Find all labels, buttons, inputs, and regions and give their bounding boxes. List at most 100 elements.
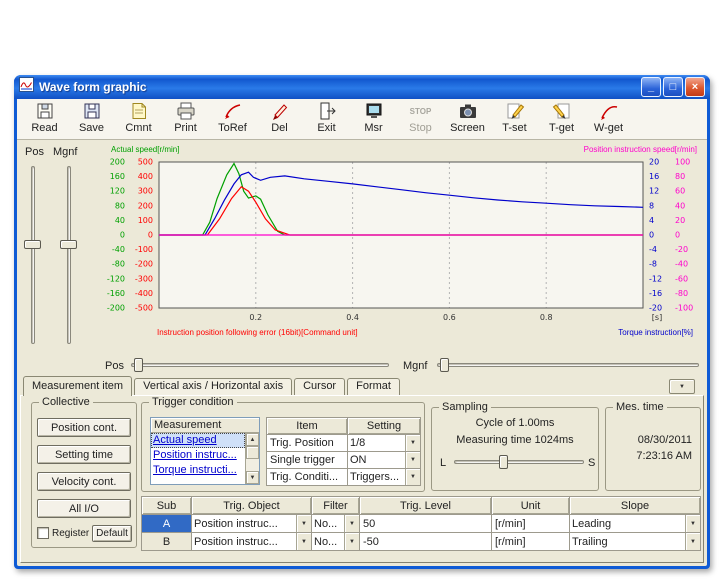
svg-text:[s]: [s] xyxy=(652,313,662,322)
pos-vertical-slider-thumb[interactable] xyxy=(24,240,41,249)
scroll-track[interactable] xyxy=(246,459,259,471)
chevron-down-icon[interactable]: ▼ xyxy=(296,515,311,532)
print-button[interactable]: Print xyxy=(162,101,209,139)
pos-horizontal-slider-track[interactable] xyxy=(131,363,389,367)
svg-text:0.4: 0.4 xyxy=(346,313,359,322)
svg-text:-400: -400 xyxy=(135,289,153,298)
svg-text:100: 100 xyxy=(675,158,690,167)
t-set-label: T-set xyxy=(502,121,526,135)
list-item-actual-speed[interactable]: Actual speed xyxy=(151,433,245,448)
row-a-filter-combo[interactable]: No... ▼ xyxy=(312,515,359,532)
list-scrollbar[interactable]: ▲ ▼ xyxy=(245,433,259,484)
t-get-button[interactable]: T-get xyxy=(538,101,585,139)
scroll-up-icon[interactable]: ▲ xyxy=(246,433,259,446)
mgnf-vertical-slider-thumb[interactable] xyxy=(60,240,77,249)
pos-horizontal-slider[interactable] xyxy=(131,357,389,373)
all-io-button[interactable]: All I/O xyxy=(37,499,131,518)
position-cont-button[interactable]: Position cont. xyxy=(37,418,131,437)
pos-vertical-slider-track[interactable] xyxy=(31,166,35,344)
scroll-down-icon[interactable]: ▼ xyxy=(246,471,259,484)
mgnf-vertical-slider-track[interactable] xyxy=(67,166,71,344)
tab-vertical-horizontal-axis[interactable]: Vertical axis / Horizontal axis xyxy=(134,378,292,395)
register-checkbox-label: Register xyxy=(52,528,89,539)
svg-text:-8: -8 xyxy=(649,260,657,269)
chevron-down-icon[interactable]: ▼ xyxy=(685,515,700,532)
row-a-trig-object-combo[interactable]: Position instruc... ▼ xyxy=(192,515,311,532)
pos-horizontal-slider-label: Pos xyxy=(105,360,124,372)
svg-text:120: 120 xyxy=(110,187,125,196)
chevron-down-icon[interactable]: ▼ xyxy=(405,452,420,468)
axis-label-actual-speed: Actual speed[r/min] xyxy=(111,145,179,154)
t-get-label: T-get xyxy=(549,121,574,135)
printer-icon xyxy=(175,101,197,121)
trig-position-value: 1/8 xyxy=(348,437,405,449)
tab-measurement-item[interactable]: Measurement item xyxy=(23,376,132,396)
row-b-trig-object-combo[interactable]: Position instruc... ▼ xyxy=(192,533,311,550)
list-item-position-instruction[interactable]: Position instruc... xyxy=(151,448,245,463)
default-button[interactable]: Default xyxy=(92,525,132,542)
chevron-down-icon[interactable]: ▼ xyxy=(344,515,359,532)
chevron-down-icon[interactable]: ▼ xyxy=(405,435,420,451)
svg-text:-60: -60 xyxy=(675,274,688,283)
w-get-button[interactable]: W-get xyxy=(585,101,632,139)
stop-label: Stop xyxy=(409,121,432,135)
print-label: Print xyxy=(174,121,197,135)
delete-button[interactable]: Del xyxy=(256,101,303,139)
settings-col-setting: Setting xyxy=(348,418,420,434)
tab-format[interactable]: Format xyxy=(347,378,400,395)
trig-position-combo[interactable]: 1/8 ▼ xyxy=(348,435,420,451)
comment-button[interactable]: Cmnt xyxy=(115,101,162,139)
t-set-button[interactable]: T-set xyxy=(491,101,538,139)
svg-text:-200: -200 xyxy=(107,304,125,313)
row-a-slope-combo[interactable]: Leading ▼ xyxy=(570,515,700,532)
svg-text:-300: -300 xyxy=(135,274,153,283)
trig-condition-combo[interactable]: Triggers... ▼ xyxy=(348,469,420,485)
pos-horizontal-slider-thumb[interactable] xyxy=(134,358,143,372)
sampling-slider-track[interactable] xyxy=(454,460,584,464)
tab-overflow-dropdown[interactable]: ▼ xyxy=(669,379,695,394)
single-trigger-combo[interactable]: ON ▼ xyxy=(348,452,420,468)
save-button[interactable]: Save xyxy=(68,101,115,139)
measurement-list-header[interactable]: Measurement xyxy=(151,418,259,433)
window-title: Wave form graphic xyxy=(39,80,641,94)
minimize-button[interactable]: _ xyxy=(641,77,661,97)
row-a-trig-level-field[interactable]: 50 xyxy=(360,515,491,532)
sampling-slider-thumb[interactable] xyxy=(499,455,508,469)
chevron-down-icon[interactable]: ▼ xyxy=(296,533,311,550)
scroll-thumb[interactable] xyxy=(246,446,259,459)
to-ref-button[interactable]: ToRef xyxy=(209,101,256,139)
chevron-down-icon[interactable]: ▼ xyxy=(405,469,420,485)
row-a-sub-cell[interactable]: A xyxy=(142,515,191,532)
register-checkbox[interactable] xyxy=(37,527,49,539)
svg-text:-200: -200 xyxy=(135,260,153,269)
chevron-down-icon[interactable]: ▼ xyxy=(344,533,359,550)
exit-button[interactable]: Exit xyxy=(303,101,350,139)
maximize-button[interactable]: □ xyxy=(663,77,683,97)
list-item-torque-instruction[interactable]: Torque instructi... xyxy=(151,463,245,478)
row-b-slope-combo[interactable]: Trailing ▼ xyxy=(570,533,700,550)
mgnf-vertical-slider[interactable] xyxy=(59,166,79,344)
row-b-filter-combo[interactable]: No... ▼ xyxy=(312,533,359,550)
tab-cursor[interactable]: Cursor xyxy=(294,378,345,395)
row-b-sub-cell[interactable]: B xyxy=(142,533,191,550)
svg-text:-40: -40 xyxy=(112,245,125,254)
mgnf-horizontal-slider-thumb[interactable] xyxy=(440,358,449,372)
row-b-trig-level-field[interactable]: -50 xyxy=(360,533,491,550)
title-bar[interactable]: Wave form graphic _ □ × xyxy=(14,75,710,99)
screen-button[interactable]: Screen xyxy=(444,101,491,139)
read-button[interactable]: Read xyxy=(21,101,68,139)
row-a-filter-value: No... xyxy=(312,518,344,530)
setting-time-button[interactable]: Setting time xyxy=(37,445,131,464)
mgnf-horizontal-slider-track[interactable] xyxy=(437,363,699,367)
read-label: Read xyxy=(31,121,57,135)
measure-button[interactable]: Msr xyxy=(350,101,397,139)
chevron-down-icon[interactable]: ▼ xyxy=(685,533,700,550)
stop-button[interactable]: STOP Stop xyxy=(397,101,444,139)
svg-text:100: 100 xyxy=(138,216,153,225)
close-button[interactable]: × xyxy=(685,77,705,97)
pos-vertical-slider[interactable] xyxy=(23,166,43,344)
desktop-canvas: Wave form graphic _ □ × Read xyxy=(0,0,723,584)
velocity-cont-button[interactable]: Velocity cont. xyxy=(37,472,131,491)
mgnf-horizontal-slider[interactable] xyxy=(437,357,699,373)
sampling-slider[interactable] xyxy=(454,454,584,470)
